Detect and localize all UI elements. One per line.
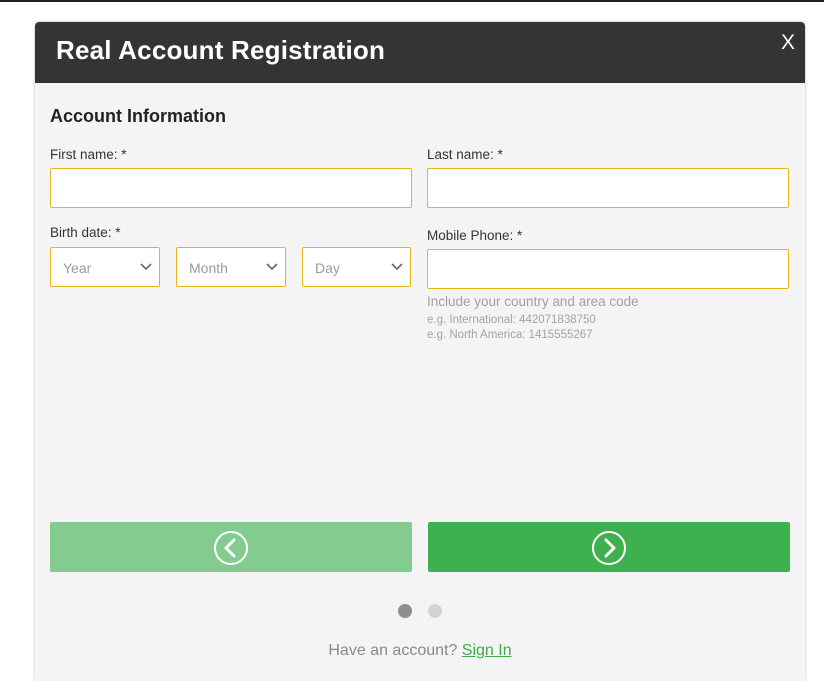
birth-day-select[interactable]: Day bbox=[302, 247, 411, 287]
phone-hint: Include your country and area code bbox=[427, 294, 639, 309]
birth-year-select[interactable]: Year bbox=[50, 247, 160, 287]
birth-day-value: Day bbox=[315, 260, 340, 276]
next-button[interactable] bbox=[428, 522, 790, 572]
registration-modal: Real Account Registration X Account Info… bbox=[35, 22, 805, 681]
step-indicator-1[interactable] bbox=[398, 604, 412, 618]
phone-example-international: e.g. International: 442071838750 bbox=[427, 314, 596, 326]
sign-in-link[interactable]: Sign In bbox=[462, 642, 512, 659]
birth-month-value: Month bbox=[189, 260, 228, 276]
chevron-down-icon bbox=[391, 263, 403, 271]
phone-example-north-america: e.g. North America: 1415555267 bbox=[427, 329, 593, 341]
first-name-input[interactable] bbox=[50, 168, 412, 208]
chevron-left-circle-icon bbox=[214, 531, 248, 565]
chevron-down-icon bbox=[266, 263, 278, 271]
modal-header: Real Account Registration X bbox=[35, 22, 805, 83]
close-button[interactable]: X bbox=[778, 30, 798, 56]
section-title: Account Information bbox=[50, 106, 226, 126]
window-top-border bbox=[0, 0, 824, 2]
have-account-text: Have an account? bbox=[328, 642, 462, 659]
chevron-right-circle-icon bbox=[592, 531, 626, 565]
birth-month-select[interactable]: Month bbox=[176, 247, 286, 287]
modal-title: Real Account Registration bbox=[56, 35, 386, 65]
sign-in-prompt: Have an account? Sign In bbox=[35, 642, 805, 660]
birth-year-value: Year bbox=[63, 260, 92, 276]
first-name-label: First name: * bbox=[50, 147, 127, 162]
chevron-down-icon bbox=[140, 263, 152, 271]
step-indicator-2[interactable] bbox=[428, 604, 442, 618]
mobile-phone-input[interactable] bbox=[427, 249, 789, 289]
last-name-input[interactable] bbox=[427, 168, 789, 208]
last-name-label: Last name: * bbox=[427, 147, 503, 162]
previous-button[interactable] bbox=[50, 522, 412, 572]
mobile-phone-label: Mobile Phone: * bbox=[427, 228, 523, 243]
birth-date-label: Birth date: * bbox=[50, 225, 121, 240]
